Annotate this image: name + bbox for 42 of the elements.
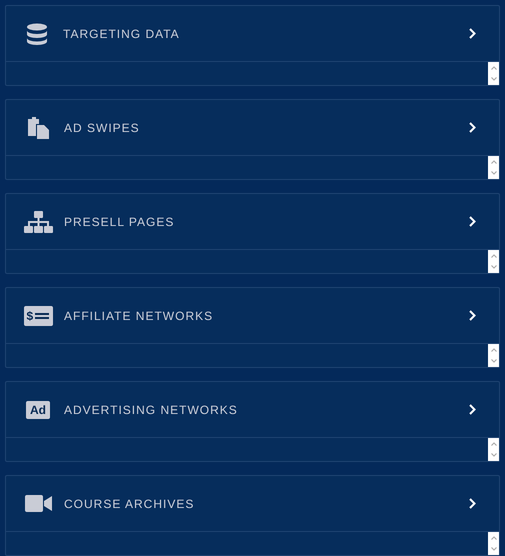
spinner-control[interactable] (488, 250, 499, 273)
video-camera-icon (24, 495, 52, 512)
section-header[interactable]: PRESELL PAGES (6, 194, 499, 250)
section-title: COURSE ARCHIVES (64, 496, 194, 512)
chevron-right-icon (469, 310, 476, 321)
chevron-down-icon[interactable] (490, 453, 496, 458)
section-header[interactable]: AD SWIPES (6, 100, 499, 156)
chevron-right-icon (469, 498, 476, 509)
chevron-right-icon (469, 28, 476, 39)
database-icon (26, 22, 48, 44)
chevron-right-icon (469, 216, 476, 227)
section-header[interactable]: COURSE ARCHIVES (6, 476, 499, 532)
chevron-up-icon[interactable] (490, 160, 496, 164)
section-header[interactable]: Ad ADVERTISING NETWORKS (6, 382, 499, 438)
ad-icon: Ad (26, 400, 50, 418)
section-title: PRESELL PAGES (64, 214, 174, 230)
chevron-down-icon[interactable] (490, 265, 496, 270)
chevron-right-icon (469, 404, 476, 415)
spinner-control[interactable] (488, 156, 499, 179)
section-header[interactable]: TARGETING DATA (6, 6, 499, 62)
chevron-right-icon (469, 122, 476, 133)
chevron-up-icon[interactable] (490, 348, 496, 352)
clipboard-icon (28, 116, 48, 139)
spinner-control[interactable] (488, 344, 499, 367)
chevron-down-icon[interactable] (490, 171, 496, 176)
chevron-down-icon[interactable] (490, 359, 496, 364)
section-title: TARGETING DATA (63, 26, 180, 42)
chevron-up-icon[interactable] (490, 442, 496, 446)
section-header[interactable]: $ AFFILIATE NETWORKS (6, 288, 499, 344)
check-icon: $ (24, 306, 52, 326)
spinner-control[interactable] (488, 438, 499, 461)
section-title: ADVERTISING NETWORKS (64, 402, 238, 418)
spinner-control[interactable] (488, 532, 499, 555)
chevron-down-icon[interactable] (490, 77, 496, 82)
chevron-up-icon[interactable] (490, 536, 496, 540)
sitemap-icon (24, 210, 52, 232)
section-title: AD SWIPES (64, 120, 140, 136)
spinner-control[interactable] (488, 62, 499, 85)
chevron-up-icon[interactable] (490, 66, 496, 70)
section-title: AFFILIATE NETWORKS (64, 308, 214, 324)
chevron-down-icon[interactable] (490, 547, 496, 552)
chevron-up-icon[interactable] (490, 254, 496, 258)
